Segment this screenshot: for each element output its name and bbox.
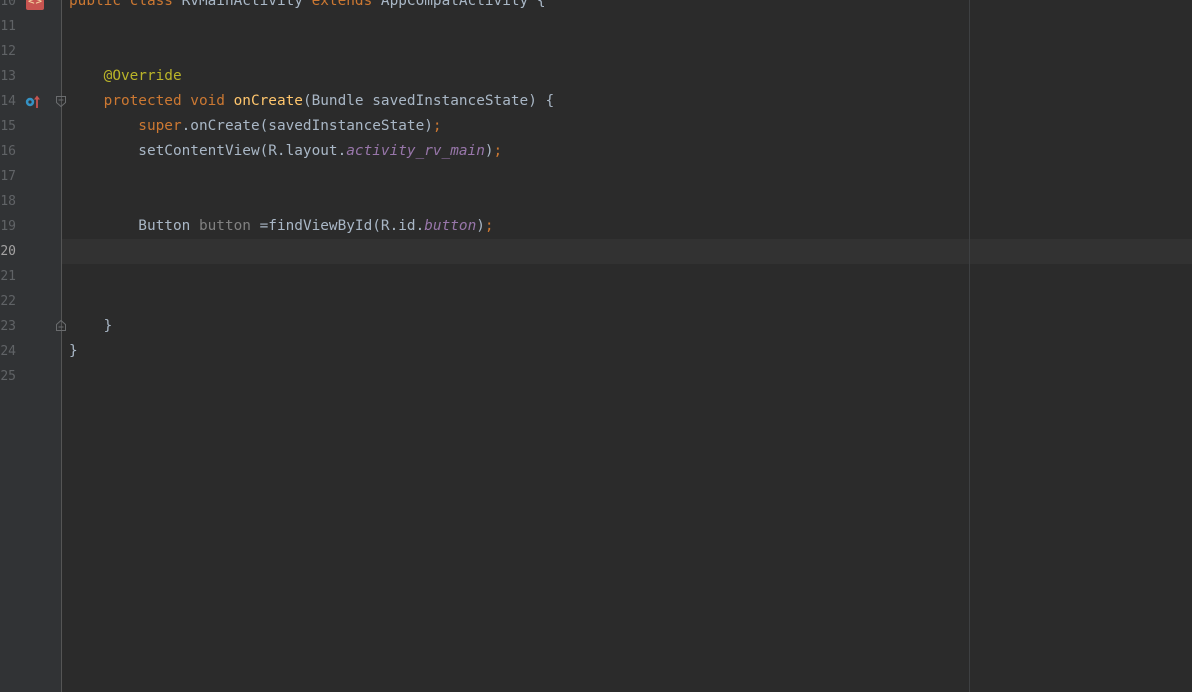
code-editor[interactable]: 10 11 12 13 14 15 16 17 18 19 20 21 22 23 24 25 public … (0, 0, 1192, 692)
line-number[interactable]: 15 (0, 114, 16, 139)
fold-marker-icon[interactable] (56, 96, 66, 107)
line-number[interactable]: 11 (0, 14, 16, 39)
code-token: public (69, 0, 130, 9)
code-token: protected (69, 93, 191, 109)
code-line[interactable]: protected void onCreate(Bundle savedInst… (69, 89, 555, 114)
overrides-method-icon[interactable] (24, 95, 42, 109)
code-token: void (190, 93, 234, 109)
line-number[interactable]: 13 (0, 64, 16, 89)
code-token: RvMainActivity (181, 0, 312, 9)
code-token: super (69, 118, 182, 134)
line-number[interactable]: 21 (0, 264, 16, 289)
line-number[interactable]: 14 (0, 89, 16, 114)
code-token: activity_rv_main (346, 143, 485, 159)
line-number[interactable]: 20 (0, 239, 16, 264)
code-token: ) (476, 218, 485, 234)
code-token: ; (484, 218, 494, 234)
right-margin-guide (969, 0, 970, 692)
current-line-highlight (62, 239, 1192, 264)
code-token: AppCompatActivity { (380, 0, 546, 9)
code-token: Button (69, 218, 199, 234)
line-number[interactable]: 16 (0, 139, 16, 164)
line-number[interactable]: 17 (0, 164, 16, 189)
code-line[interactable]: public class RvMainActivity extends AppC… (69, 0, 546, 14)
class-icon[interactable]: <> (26, 0, 44, 10)
line-number[interactable]: 10 (0, 0, 16, 14)
line-number[interactable]: 24 (0, 339, 16, 364)
code-token: } (69, 343, 78, 359)
code-token: @Override (69, 68, 182, 84)
code-line[interactable]: setContentView(R.layout.activity_rv_main… (69, 139, 502, 164)
code-token: ; (432, 118, 442, 134)
code-token: button (198, 218, 260, 234)
line-number[interactable]: 23 (0, 314, 16, 339)
code-line[interactable]: } (69, 339, 78, 364)
code-token: button (424, 218, 477, 234)
code-token: ) (484, 143, 494, 159)
code-token: ; (493, 143, 503, 159)
code-line[interactable]: Button button =findViewById(R.id.button)… (69, 214, 494, 239)
code-line[interactable]: super.onCreate(savedInstanceState); (69, 114, 442, 139)
line-number[interactable]: 22 (0, 289, 16, 314)
code-token: (Bundle savedInstanceState) { (302, 93, 555, 109)
line-number[interactable]: 25 (0, 364, 16, 389)
fold-end-marker-icon[interactable] (56, 320, 66, 331)
code-token: =findViewById(R.id. (259, 218, 425, 234)
code-token: .onCreate(savedInstanceState) (181, 118, 433, 134)
code-line[interactable]: } (69, 314, 113, 339)
line-number[interactable]: 19 (0, 214, 16, 239)
code-token: setContentView(R.layout. (69, 143, 347, 159)
line-number[interactable]: 18 (0, 189, 16, 214)
code-token: onCreate (233, 93, 303, 109)
code-token: } (69, 318, 113, 334)
code-token: class (129, 0, 182, 9)
line-number[interactable]: 12 (0, 39, 16, 64)
code-token: extends (311, 0, 381, 9)
code-line[interactable]: @Override (69, 64, 182, 89)
